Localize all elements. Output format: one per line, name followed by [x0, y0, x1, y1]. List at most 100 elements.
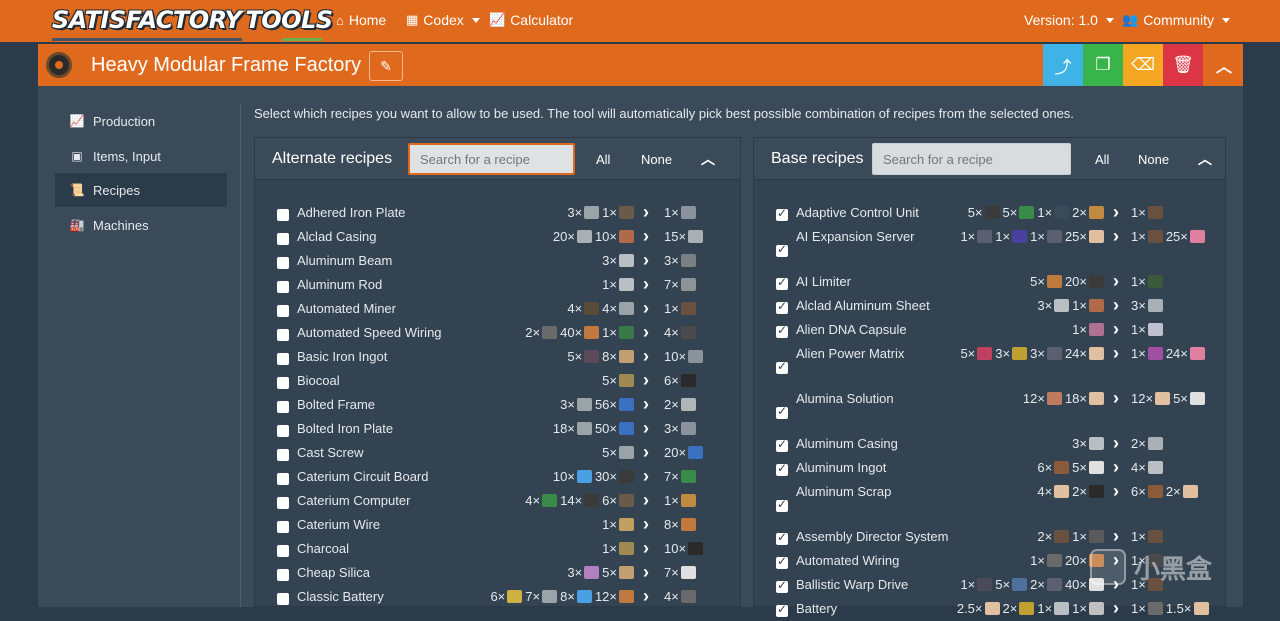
recipe-checkbox[interactable]: [277, 473, 289, 485]
recipe-checkbox[interactable]: [277, 545, 289, 557]
recipe-row[interactable]: Alien Power Matrix 5× 3× 3× 24× › 1× 24×: [754, 342, 1225, 387]
edit-title-button[interactable]: ✎: [369, 51, 403, 81]
recipe-row[interactable]: Aluminum Casing 3× › 2×: [754, 432, 1225, 456]
recipe-checkbox[interactable]: [277, 233, 289, 245]
recipe-checkbox[interactable]: [277, 305, 289, 317]
recipe-checkbox[interactable]: [776, 461, 788, 476]
sidebar-item-machines[interactable]: 🏭 Machines: [55, 208, 227, 242]
version-dropdown[interactable]: Version: 1.0: [1024, 12, 1114, 28]
sidebar-item-recipes[interactable]: 📜 Recipes: [55, 173, 227, 207]
ingredient: 1×: [1072, 529, 1107, 544]
recipe-checkbox[interactable]: [277, 329, 289, 341]
alternate-select-none[interactable]: None: [641, 152, 672, 167]
recipe-row[interactable]: Adhered Iron Plate 3× 1× › 1×: [255, 201, 740, 225]
nav-codex-dropdown[interactable]: ▦ Codex: [406, 12, 480, 28]
recipe-row[interactable]: Aluminum Beam 3× › 3×: [255, 249, 740, 273]
recipe-checkbox[interactable]: [277, 353, 289, 365]
recipe-checkbox[interactable]: [277, 569, 289, 581]
recipe-checkbox[interactable]: [776, 275, 788, 290]
recipe-checkbox[interactable]: [776, 497, 788, 512]
recipe-checkbox[interactable]: [776, 299, 788, 314]
ingredient: 3×: [995, 346, 1030, 361]
recipe-checkbox[interactable]: [776, 323, 788, 338]
recipe-outputs: 1×: [1131, 274, 1166, 289]
recipe-checkbox[interactable]: [277, 377, 289, 389]
recipe-checkbox[interactable]: [277, 521, 289, 533]
alternate-select-all[interactable]: All: [596, 152, 610, 167]
recipe-checkbox[interactable]: [776, 437, 788, 452]
recipe-row[interactable]: Cheap Silica 3× 5× › 7×: [255, 561, 740, 585]
recipe-row[interactable]: Biocoal 5× › 6×: [255, 369, 740, 393]
recipe-row[interactable]: Automated Speed Wiring 2× 40× 1× › 4×: [255, 321, 740, 345]
item-icon: [1012, 230, 1028, 243]
recipe-checkbox[interactable]: [776, 242, 788, 257]
ingredient-quantity: 10×: [552, 469, 575, 484]
alternate-search-input[interactable]: [408, 143, 575, 175]
nav-calculator-link[interactable]: 📈 Calculator: [489, 12, 573, 28]
item-icon: [1147, 230, 1163, 243]
recipe-row[interactable]: Caterium Computer 4× 14× 6× › 1×: [255, 489, 740, 513]
recipe-row[interactable]: Aluminum Scrap 4× 2× › 6× 2×: [754, 480, 1225, 525]
collapse-button[interactable]: ︿: [1204, 44, 1244, 86]
recipe-row[interactable]: Alclad Aluminum Sheet 3× 1× › 3×: [754, 294, 1225, 318]
item-icon: [680, 470, 696, 483]
recipe-checkbox[interactable]: [277, 497, 289, 509]
recipe-row[interactable]: Battery 2.5× 2× 1× 1× › 1× 1.5×: [754, 597, 1225, 621]
share-button[interactable]: ⤴: [1043, 44, 1083, 86]
satisfactory-tools-logo[interactable]: SATISFACTORY TOOLS: [52, 4, 333, 36]
recipe-row[interactable]: AI Expansion Server 1× 1× 1× 25× › 1× 25×: [754, 225, 1225, 270]
community-dropdown[interactable]: 👥 Community: [1122, 12, 1230, 28]
recipe-row[interactable]: Classic Battery 6× 7× 8× 12× › 4×: [255, 585, 740, 609]
recipe-row[interactable]: Caterium Wire 1× › 8×: [255, 513, 740, 537]
recipe-checkbox[interactable]: [776, 578, 788, 593]
recipe-inputs: 1×: [602, 541, 637, 556]
recipe-checkbox[interactable]: [277, 449, 289, 461]
recipe-checkbox[interactable]: [776, 530, 788, 545]
recipe-checkbox[interactable]: [277, 281, 289, 293]
recipe-row[interactable]: AI Limiter 5× 20× › 1×: [754, 270, 1225, 294]
recipe-row[interactable]: Adaptive Control Unit 5× 5× 1× 2× › 1×: [754, 201, 1225, 225]
recipe-checkbox[interactable]: [277, 425, 289, 437]
ingredient: 14×: [560, 493, 602, 508]
base-search-input[interactable]: [872, 143, 1071, 175]
delete-button[interactable]: 🗑: [1163, 44, 1203, 86]
clear-button[interactable]: ⌫: [1123, 44, 1163, 86]
sidebar-item-items-input[interactable]: ▣ Items, Input: [55, 139, 227, 173]
recipe-checkbox[interactable]: [277, 593, 289, 605]
recipe-row[interactable]: Aluminum Rod 1× › 7×: [255, 273, 740, 297]
ingredient-quantity: 20×: [1064, 553, 1087, 568]
clone-button[interactable]: ❐: [1083, 44, 1123, 86]
recipe-checkbox[interactable]: [776, 554, 788, 569]
recipe-row[interactable]: Alclad Casing 20× 10× › 15×: [255, 225, 740, 249]
recipe-row[interactable]: Bolted Iron Plate 18× 50× › 3×: [255, 417, 740, 441]
recipe-row[interactable]: Aluminum Ingot 6× 5× › 4×: [754, 456, 1225, 480]
item-icon: [584, 302, 600, 315]
chevron-right-icon: ›: [643, 298, 649, 318]
base-select-none[interactable]: None: [1138, 152, 1169, 167]
alternate-collapse-button[interactable]: ︿: [701, 149, 715, 169]
recipe-checkbox[interactable]: [277, 209, 289, 221]
recipe-row[interactable]: Automated Miner 4× 4× › 1×: [255, 297, 740, 321]
chevron-right-icon: ›: [1113, 271, 1119, 291]
recipe-row[interactable]: Basic Iron Ingot 5× 8× › 10×: [255, 345, 740, 369]
recipe-checkbox[interactable]: [277, 401, 289, 413]
nav-home-link[interactable]: ⌂ Home: [336, 12, 386, 28]
recipe-checkbox[interactable]: [277, 257, 289, 269]
recipe-row[interactable]: Cast Screw 5× › 20×: [255, 441, 740, 465]
ingredient-quantity: 50×: [594, 421, 617, 436]
recipe-row[interactable]: Alumina Solution 12× 18× › 12× 5×: [754, 387, 1225, 432]
recipe-row[interactable]: Charcoal 1× › 10×: [255, 537, 740, 561]
recipe-checkbox[interactable]: [776, 206, 788, 221]
sidebar-item-production[interactable]: 📈 Production: [55, 104, 227, 138]
item-icon: [1155, 392, 1171, 405]
base-collapse-button[interactable]: ︿: [1198, 149, 1212, 169]
recipe-row[interactable]: Caterium Circuit Board 10× 30× › 7×: [255, 465, 740, 489]
recipe-checkbox[interactable]: [776, 404, 788, 419]
recipe-row[interactable]: Bolted Frame 3× 56× › 2×: [255, 393, 740, 417]
recipe-checkbox[interactable]: [776, 359, 788, 374]
recipe-outputs: 6×: [664, 373, 699, 388]
item-icon: [1147, 275, 1163, 288]
base-select-all[interactable]: All: [1095, 152, 1109, 167]
ingredient-quantity: 24×: [1165, 346, 1188, 361]
recipe-row[interactable]: Alien DNA Capsule 1× › 1×: [754, 318, 1225, 342]
